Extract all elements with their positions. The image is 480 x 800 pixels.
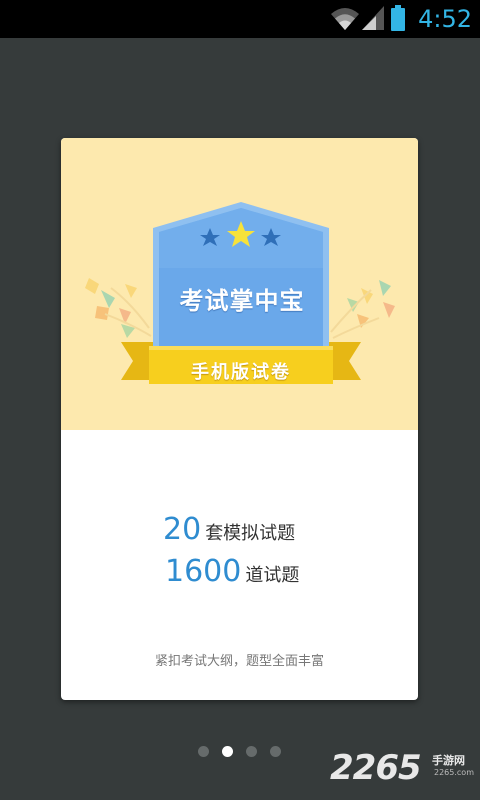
left-confetti-icon (85, 278, 152, 338)
stat-number: 1600 (165, 554, 242, 589)
stat-mock-exams: 20 套模拟试题 (163, 512, 295, 552)
intro-card: 考试掌中宝 手机版试卷 20 套模拟试题 1600 道试题 紧扣考试大纲，题型全面丰… (61, 138, 418, 700)
page-indicator[interactable] (198, 745, 288, 759)
watermark-site: 手游网 (432, 754, 465, 767)
page-dot-4[interactable] (270, 746, 281, 757)
card-illustration-area: 考试掌中宝 手机版试卷 (61, 138, 418, 430)
right-confetti-icon (330, 280, 395, 339)
wifi-icon (331, 8, 359, 30)
stat-label: 道试题 (245, 565, 300, 586)
watermark-logo: 2265 手游网 2265.com (330, 748, 480, 792)
battery-icon (391, 5, 405, 31)
stat-questions: 1600 道试题 (165, 554, 299, 594)
card-tagline: 紧扣考试大纲，题型全面丰富 (154, 654, 324, 669)
app-title: 考试掌中宝 (179, 287, 305, 315)
stat-number: 20 (163, 512, 202, 547)
signal-icon (362, 6, 384, 30)
status-time: 4:52 (418, 5, 472, 33)
page-dot-3[interactable] (246, 746, 257, 757)
status-bar: 4:52 (0, 0, 480, 38)
stat-label: 套模拟试题 (205, 523, 296, 544)
ribbon-label: 手机版试卷 (191, 362, 291, 383)
watermark-number: 2265 (330, 748, 422, 788)
page-dot-2-active[interactable] (222, 746, 233, 757)
page-dot-1[interactable] (198, 746, 209, 757)
watermark-domain: 2265.com (434, 768, 474, 777)
